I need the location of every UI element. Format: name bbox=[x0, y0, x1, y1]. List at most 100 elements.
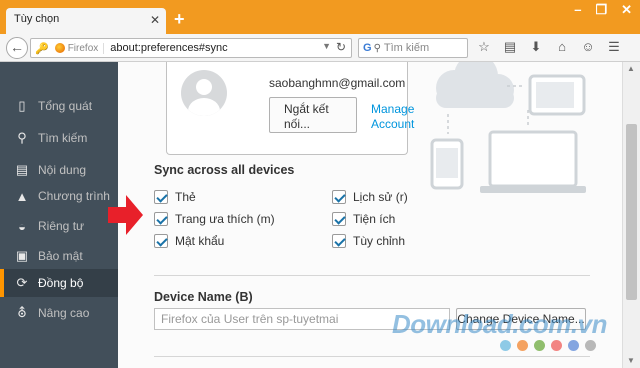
manage-link-line1: Manage bbox=[371, 102, 415, 116]
preferences-sidebar: ▯ Tổng quát ⚲ Tìm kiếm ▤ Nội dung ▲ Chươ… bbox=[0, 62, 118, 368]
sidebar-item-label: Tìm kiếm bbox=[38, 131, 88, 145]
home-icon[interactable]: ⌂ bbox=[554, 39, 570, 55]
watermark-dot bbox=[585, 340, 596, 351]
section-divider bbox=[154, 356, 590, 357]
watermark-dots bbox=[500, 340, 596, 351]
sync-option-history[interactable]: Lịch sử (r) bbox=[332, 190, 408, 204]
url-bar[interactable]: 🔑 Firefox about:preferences#sync ▼ ↻ bbox=[30, 38, 352, 58]
sync-icon: ⟳ bbox=[16, 275, 28, 290]
url-text[interactable]: about:preferences#sync bbox=[110, 42, 227, 54]
identity-label[interactable]: Firefox bbox=[68, 42, 105, 54]
sync-option-label: Thẻ bbox=[175, 190, 196, 204]
manage-account-link[interactable]: Manage Account bbox=[371, 102, 414, 132]
disconnect-button[interactable]: Ngắt kết nối... bbox=[269, 97, 357, 133]
sync-option-label: Mật khẩu bbox=[175, 234, 225, 248]
search-engine-icon[interactable]: G bbox=[363, 42, 372, 54]
rocket-icon: ▲ bbox=[15, 188, 29, 204]
account-email: saobanghmn@gmail.com bbox=[269, 76, 406, 90]
scroll-thumb[interactable] bbox=[626, 124, 637, 300]
manage-link-line2: Account bbox=[371, 117, 415, 131]
avatar[interactable] bbox=[181, 70, 227, 116]
search-placeholder: Tìm kiếm bbox=[383, 42, 430, 54]
sidebar-item-label: Riêng tư bbox=[38, 219, 85, 233]
section-divider bbox=[154, 275, 590, 276]
wizard-hat-icon: ⛢ bbox=[17, 305, 27, 320]
chat-icon[interactable]: ☺ bbox=[580, 39, 596, 55]
reload-icon[interactable]: ↻ bbox=[336, 40, 346, 54]
account-box: saobanghmn@gmail.com Ngắt kết nối... Mana… bbox=[166, 62, 414, 155]
bookmark-star-icon[interactable]: ☆ bbox=[476, 39, 492, 55]
window-icon: ▯ bbox=[18, 98, 26, 113]
sidebar-item-label: Chương trình bbox=[38, 189, 110, 203]
laptop-icon bbox=[480, 130, 586, 193]
sidebar-item-general[interactable]: ▯ Tổng quát bbox=[0, 92, 118, 120]
key-icon[interactable]: 🔑 bbox=[35, 42, 49, 55]
disconnect-label-line2: nối... bbox=[284, 116, 311, 131]
checkbox-checked[interactable] bbox=[332, 212, 346, 226]
checkbox-checked[interactable] bbox=[332, 190, 346, 204]
sidebar-item-label: Nội dung bbox=[38, 163, 87, 177]
sync-option-tabs[interactable]: Thẻ bbox=[154, 190, 196, 204]
mask-icon: ◒ bbox=[18, 218, 26, 234]
navigation-bar: ← 🔑 Firefox about:preferences#sync ▼ ↻ G… bbox=[0, 34, 640, 62]
sidebar-item-advanced[interactable]: ⛢ Nâng cao bbox=[0, 299, 118, 327]
sidebar-item-label: Nâng cao bbox=[38, 306, 90, 320]
sync-option-bookmarks[interactable]: Trang ưa thích (m) bbox=[154, 212, 275, 226]
reading-list-icon[interactable]: ▤ bbox=[502, 39, 518, 55]
sync-section-heading: Sync across all devices bbox=[154, 163, 295, 177]
watermark-dot bbox=[517, 340, 528, 351]
device-name-heading: Device Name (B) bbox=[154, 290, 253, 304]
watermark-dot bbox=[551, 340, 562, 351]
checkbox-checked[interactable] bbox=[154, 234, 168, 248]
checkbox-checked[interactable] bbox=[154, 212, 168, 226]
sync-option-label: Tùy chỉnh bbox=[353, 234, 406, 248]
close-window-button[interactable]: ✕ bbox=[621, 3, 632, 17]
scroll-up-icon[interactable]: ▲ bbox=[627, 64, 635, 73]
sync-option-passwords[interactable]: Mật khẩu bbox=[154, 234, 224, 248]
sidebar-item-security[interactable]: ▣ Bảo mật bbox=[0, 242, 118, 270]
disconnect-label-line1: Ngắt kết bbox=[284, 101, 329, 116]
sidebar-item-label: Tổng quát bbox=[38, 99, 93, 113]
scrollbar[interactable]: ▲ ▼ bbox=[622, 62, 640, 368]
title-bar: Tùy chọn ✕ + – ❐ ✕ bbox=[0, 0, 640, 34]
sync-option-label: Tiện ích bbox=[353, 212, 396, 226]
sync-option-addons[interactable]: Tiện ích bbox=[332, 212, 395, 226]
sidebar-item-privacy[interactable]: ◒ Riêng tư bbox=[0, 212, 118, 240]
sidebar-item-label: Bảo mật bbox=[38, 249, 83, 263]
search-icon: ⚲ bbox=[17, 130, 27, 145]
tab-close-icon[interactable]: ✕ bbox=[150, 13, 160, 27]
sync-option-preferences[interactable]: Tùy chỉnh bbox=[332, 234, 405, 248]
sync-option-label: Lịch sử (r) bbox=[353, 190, 408, 204]
scroll-down-icon[interactable]: ▼ bbox=[627, 356, 635, 365]
tab-preferences[interactable]: Tùy chọn ✕ bbox=[6, 8, 166, 34]
sidebar-item-content[interactable]: ▤ Nội dung bbox=[0, 156, 118, 184]
new-tab-button[interactable]: + bbox=[174, 10, 185, 28]
sidebar-item-search[interactable]: ⚲ Tìm kiếm bbox=[0, 124, 118, 152]
restore-button[interactable]: ❐ bbox=[595, 3, 607, 17]
history-dropdown-icon[interactable]: ▼ bbox=[322, 41, 331, 51]
watermark-dot bbox=[534, 340, 545, 351]
phone-icon bbox=[430, 138, 464, 190]
cloud-icon bbox=[436, 62, 514, 108]
sync-option-label: Trang ưa thích (m) bbox=[175, 212, 275, 226]
checkbox-checked[interactable] bbox=[332, 234, 346, 248]
sidebar-item-label: Đồng bộ bbox=[38, 276, 84, 290]
sync-devices-illustration bbox=[430, 62, 586, 193]
tab-title: Tùy chọn bbox=[14, 13, 60, 25]
watermark: Download.com.vn bbox=[392, 309, 607, 339]
download-icon[interactable]: ⬇ bbox=[528, 39, 544, 55]
search-icon: ⚲ bbox=[373, 42, 381, 54]
lock-icon: ▣ bbox=[15, 248, 29, 263]
menu-icon[interactable]: ☰ bbox=[606, 39, 622, 55]
watermark-dot bbox=[568, 340, 579, 351]
watermark-dot bbox=[500, 340, 511, 351]
tablet-icon bbox=[528, 74, 586, 116]
sidebar-item-applications[interactable]: ▲ Chương trình bbox=[0, 182, 118, 210]
sidebar-item-sync[interactable]: ⟳ Đồng bộ bbox=[0, 269, 118, 297]
search-bar[interactable]: G ⚲ Tìm kiếm bbox=[358, 38, 468, 58]
checkbox-checked[interactable] bbox=[154, 190, 168, 204]
minimize-button[interactable]: – bbox=[574, 3, 581, 17]
back-button[interactable]: ← bbox=[6, 37, 28, 59]
red-arrow-annotation bbox=[108, 195, 143, 235]
firefox-logo-icon bbox=[54, 43, 65, 53]
